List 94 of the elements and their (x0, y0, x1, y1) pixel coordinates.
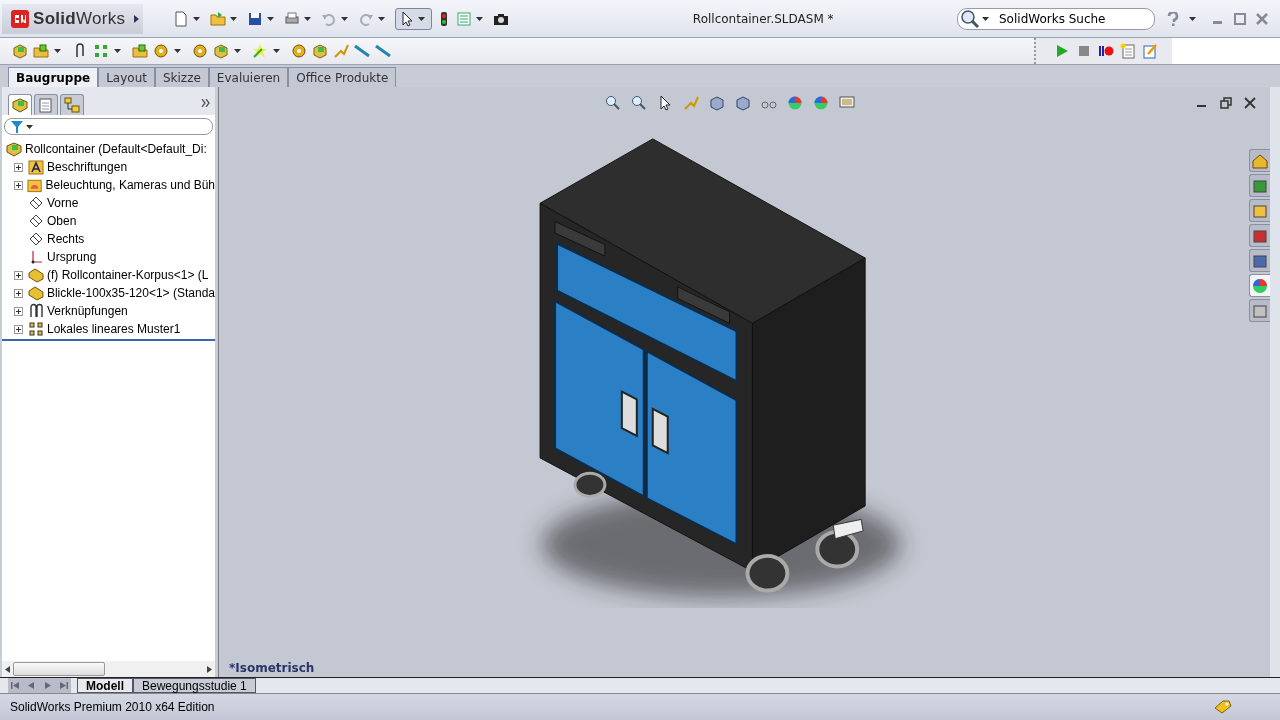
color-sphere-icon (1252, 277, 1268, 294)
app-logo[interactable]: SolidWorks (2, 3, 144, 34)
lights-folder-icon (27, 177, 43, 193)
caret-icon[interactable] (54, 49, 61, 53)
tree-item[interactable]: Beleuchtung, Kameras und Büh (2, 176, 215, 194)
double-chevron-icon[interactable] (201, 99, 211, 107)
tree-item[interactable]: Ursprung (2, 248, 215, 266)
model-tab[interactable]: Modell (77, 678, 133, 693)
select-button[interactable] (395, 7, 433, 30)
model-tab[interactable]: Bewegungsstudie 1 (133, 678, 256, 693)
task-pane-tab[interactable] (1249, 299, 1270, 322)
printer-icon[interactable] (284, 10, 301, 27)
tree-item[interactable]: Verknüpfungen (2, 302, 215, 320)
splitter-handle[interactable] (215, 87, 218, 677)
checklist-icon[interactable] (456, 10, 473, 27)
command-tab[interactable]: Skizze (154, 67, 209, 87)
filter-field[interactable] (4, 118, 213, 135)
paperclip-icon (28, 303, 44, 319)
caret-icon[interactable] (378, 16, 386, 21)
panel-tab[interactable] (60, 94, 84, 115)
part-icon (28, 267, 44, 283)
expand-icon[interactable] (14, 288, 23, 298)
stop-icon[interactable] (1076, 43, 1092, 59)
command-tab[interactable]: Evaluieren (208, 67, 289, 87)
tree-item[interactable]: Rechts (2, 230, 215, 248)
expand-icon[interactable] (14, 180, 23, 190)
caret-icon[interactable] (230, 16, 238, 21)
play-icon[interactable] (1054, 43, 1070, 59)
logo-icon (10, 8, 30, 29)
task-pane-tab[interactable] (1249, 199, 1270, 222)
caret-icon[interactable] (193, 16, 201, 21)
tree-item[interactable]: Rollcontainer (Default<Default_Di: (2, 140, 215, 158)
help-icon[interactable] (1167, 11, 1179, 26)
window-title: Rollcontainer.SLDASM * (691, 11, 835, 26)
app-name: SolidWorks (33, 8, 126, 29)
tag-icon[interactable] (1214, 700, 1232, 714)
horizontal-scrollbar[interactable] (2, 661, 215, 677)
tree-item[interactable]: Blickle-100x35-120<1> (Standa (2, 284, 215, 302)
maximize-icon[interactable] (1234, 12, 1246, 25)
status-text: SolidWorks Premium 2010 x64 Edition (10, 700, 215, 714)
caret-icon[interactable] (304, 16, 312, 21)
search-icon (960, 8, 980, 29)
tree-item[interactable]: (f) Rollcontainer-Korpus<1> (L (2, 266, 215, 284)
expand-icon[interactable] (14, 324, 23, 334)
plane-icon (28, 213, 44, 229)
tree-item[interactable]: Beschriftungen (2, 158, 215, 176)
edit-macro-icon[interactable] (1142, 43, 1158, 59)
caret-icon[interactable] (26, 124, 33, 129)
annotation-folder-icon (28, 159, 44, 175)
tree-item[interactable]: Oben (2, 212, 215, 230)
task-pane-tab[interactable] (1249, 224, 1270, 247)
view-orientation-label: *Isometrisch (229, 661, 315, 675)
panel-tab[interactable] (34, 94, 58, 115)
filter-icon (11, 120, 23, 133)
tree-item[interactable]: Lokales lineares Muster1 (2, 320, 215, 338)
property-sheet-icon (38, 97, 54, 113)
task-pane-tab[interactable] (1249, 274, 1270, 297)
search-field[interactable]: SolidWorks Suche (997, 10, 1151, 27)
new-macro-icon[interactable] (1120, 43, 1136, 59)
scroll-right-icon[interactable] (207, 665, 212, 673)
caret-icon[interactable] (341, 16, 349, 21)
search-field[interactable]: SolidWorks Suche (957, 7, 1155, 30)
scroll-left-icon[interactable] (5, 665, 10, 673)
close-icon[interactable] (1244, 97, 1256, 109)
command-tab[interactable]: Layout (98, 67, 155, 87)
expand-icon[interactable] (14, 270, 23, 280)
pattern-icon (28, 321, 44, 337)
caret-icon[interactable] (982, 16, 989, 21)
expand-icon[interactable] (14, 306, 23, 316)
configuration-icon (64, 97, 80, 113)
plane-icon (28, 231, 44, 247)
command-tab[interactable]: Office Produkte (288, 67, 397, 87)
command-tab[interactable]: Baugruppe (8, 67, 99, 87)
house-icon (1252, 152, 1268, 169)
caret-icon[interactable] (1189, 16, 1196, 21)
plane-icon (28, 195, 44, 211)
caret-icon[interactable] (267, 16, 275, 21)
part-icon (27, 285, 44, 301)
record-icon[interactable] (1098, 43, 1114, 59)
caret-icon[interactable] (273, 49, 280, 53)
caret-icon[interactable] (174, 49, 181, 53)
restore-icon[interactable] (1220, 97, 1232, 109)
task-pane-tab[interactable] (1249, 174, 1270, 197)
task-pane-tab[interactable] (1249, 249, 1270, 272)
tree-item[interactable]: Vorne (2, 194, 215, 212)
pattern-icon[interactable] (93, 43, 109, 59)
caret-icon[interactable] (476, 16, 484, 21)
caret-icon[interactable] (114, 49, 121, 53)
task-pane-tab[interactable] (1249, 149, 1270, 172)
caret-icon[interactable] (418, 16, 426, 21)
caret-icon[interactable] (234, 49, 241, 53)
expand-menu-icon[interactable] (134, 14, 140, 23)
panel-tab[interactable] (8, 94, 32, 115)
expand-icon[interactable] (14, 162, 23, 172)
